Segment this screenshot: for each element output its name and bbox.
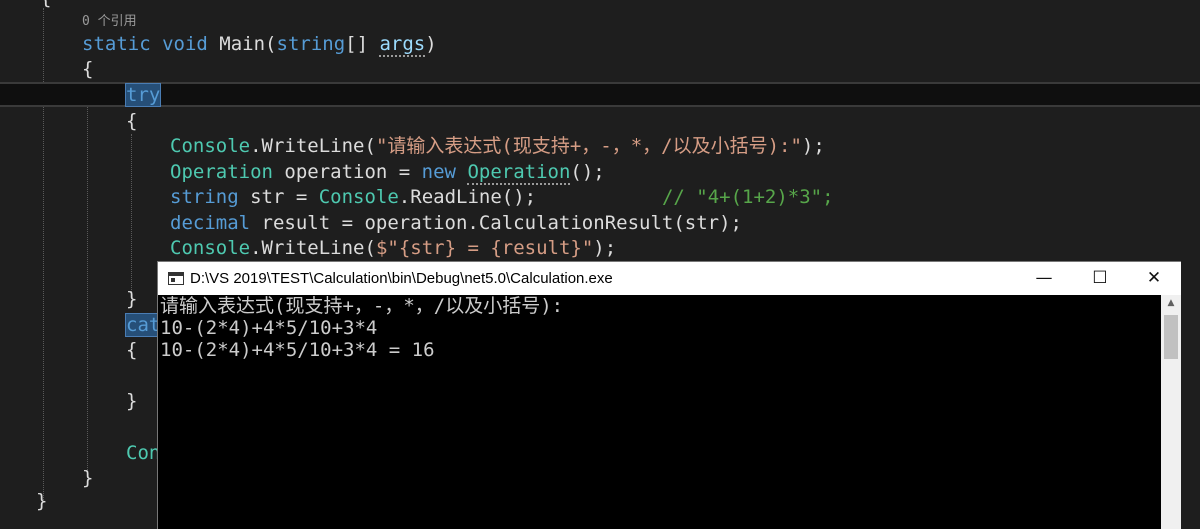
console-window[interactable]: D:\VS 2019\TEST\Calculation\bin\Debug\ne… [157, 261, 1181, 529]
console-line: 请输入表达式(现支持+，-，*，/以及小括号): [160, 295, 564, 317]
parameter-name: args [379, 33, 426, 57]
console-title: D:\VS 2019\TEST\Calculation\bin\Debug\ne… [190, 270, 613, 287]
method-name: WriteLine [261, 237, 365, 259]
code-text: (str); [673, 212, 742, 234]
scroll-up-arrow-icon[interactable]: ▲ [1161, 295, 1181, 312]
code-line-2: Operation operation = new Operation(); [170, 160, 1200, 185]
code-text: ( [364, 237, 376, 259]
console-output[interactable]: 请输入表达式(现支持+，-，*，/以及小括号): 10-(2*4)+4*5/10… [158, 295, 1160, 529]
class-name: Console [170, 237, 251, 259]
code-line-try-open: { [126, 110, 138, 132]
class-name: Operation [467, 161, 571, 185]
code-text: (); [501, 186, 537, 208]
code-line-3: string str = Console.ReadLine(); // "4+(… [170, 185, 1200, 210]
code-line-try: try [124, 83, 1200, 108]
keyword: void [162, 33, 208, 55]
method-name: ReadLine [410, 186, 502, 208]
code-text: (); [570, 161, 605, 183]
class-name: Operation [170, 161, 273, 183]
code-text: ); [801, 135, 825, 157]
code-line-open-brace: { [82, 58, 94, 80]
code-text: . [398, 186, 411, 208]
method-name: Main( [207, 33, 277, 55]
code-text: ( [364, 135, 376, 157]
code-text: str = [238, 186, 319, 208]
console-scrollbar[interactable]: ▲ [1161, 295, 1181, 529]
keyword: decimal [170, 212, 251, 234]
code-text: [] [345, 33, 380, 55]
class-name: Con [126, 442, 161, 464]
indent-guide [87, 82, 88, 482]
keyword: static [82, 33, 151, 55]
code-line-brace-top: { [40, 0, 1200, 11]
keyword-try-highlighted: try [124, 83, 162, 107]
string-literal: $"{str} = {result}" [375, 237, 594, 259]
keyword: new [421, 161, 456, 183]
code-line-1: Console.WriteLine("请输入表达式(现支持+，-，*，/以及小括… [170, 134, 1200, 159]
keyword-catch-highlighted: cat [124, 313, 162, 337]
console-line: 10-(2*4)+4*5/10+3*4 [160, 317, 378, 339]
class-name: Console [318, 186, 399, 208]
scrollbar-thumb[interactable] [1164, 315, 1178, 359]
console-line: 10-(2*4)+4*5/10+3*4 = 16 [160, 339, 435, 361]
string-literal: "请输入表达式(现支持+，-，*，/以及小括号):" [375, 135, 802, 157]
method-name: WriteLine [261, 135, 365, 157]
keyword: string [276, 33, 346, 55]
codelens-reference-count[interactable]: 0 个引用 [82, 13, 137, 31]
console-titlebar[interactable]: D:\VS 2019\TEST\Calculation\bin\Debug\ne… [158, 262, 1181, 295]
maximize-button[interactable]: ☐ [1072, 262, 1128, 295]
code-text: . [250, 237, 262, 259]
code-line-5: Console.WriteLine($"{str} = {result}"); [170, 236, 1200, 261]
code-text: operation = [272, 161, 422, 183]
minimize-button[interactable]: — [1016, 262, 1072, 295]
code-text: result = operation. [250, 212, 479, 234]
indent-guide [131, 134, 132, 294]
code-text: . [250, 135, 262, 157]
code-text: ); [593, 237, 617, 259]
method-name: CalculationResult [478, 212, 674, 234]
code-comment: // "4+(1+2)*3"; [661, 186, 834, 208]
close-button[interactable]: ✕ [1126, 262, 1182, 295]
code-line-4: decimal result = operation.CalculationRe… [170, 211, 1200, 236]
code-text: ) [425, 33, 437, 55]
keyword: string [170, 186, 239, 208]
class-name: Console [170, 135, 251, 157]
code-line-main-signature: static void Main(string[] args) [82, 32, 1200, 57]
console-app-icon [168, 272, 184, 285]
